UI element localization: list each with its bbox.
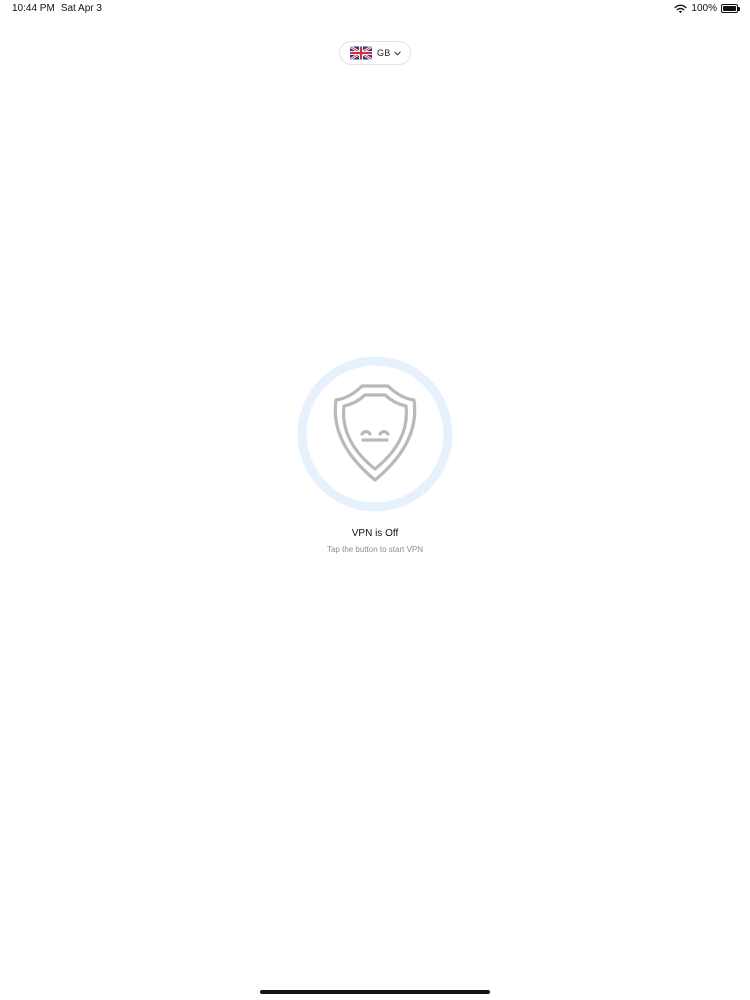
status-indicators: 100%	[674, 3, 740, 14]
vpn-home-screen: 10:44 PM Sat Apr 3 100% GB VPN is Off Ta…	[0, 0, 750, 1000]
home-indicator[interactable]	[260, 990, 490, 994]
vpn-status-label: VPN is Off	[351, 528, 399, 539]
chevron-down-icon	[394, 51, 401, 55]
toggle-ring	[297, 356, 453, 512]
country-code: GB	[377, 48, 391, 58]
shield-face-icon	[333, 384, 417, 482]
status-bar: 10:44 PM Sat Apr 3 100%	[0, 0, 750, 20]
status-date: Sat Apr 3	[60, 3, 102, 14]
vpn-toggle-button[interactable]	[296, 355, 454, 513]
battery-percentage: 100%	[691, 3, 717, 14]
vpn-hint-text: Tap the button to start VPN	[326, 545, 424, 554]
wifi-icon	[674, 4, 687, 13]
status-time: 10:44 PM	[12, 3, 55, 14]
vpn-toggle-graphic	[297, 356, 453, 512]
battery-icon	[721, 4, 740, 13]
battery-level-fill	[723, 6, 736, 11]
uk-flag-icon	[350, 46, 372, 60]
country-selector-button[interactable]: GB	[339, 41, 411, 65]
status-time-date: 10:44 PM Sat Apr 3	[12, 3, 102, 14]
battery-cap	[738, 7, 740, 11]
